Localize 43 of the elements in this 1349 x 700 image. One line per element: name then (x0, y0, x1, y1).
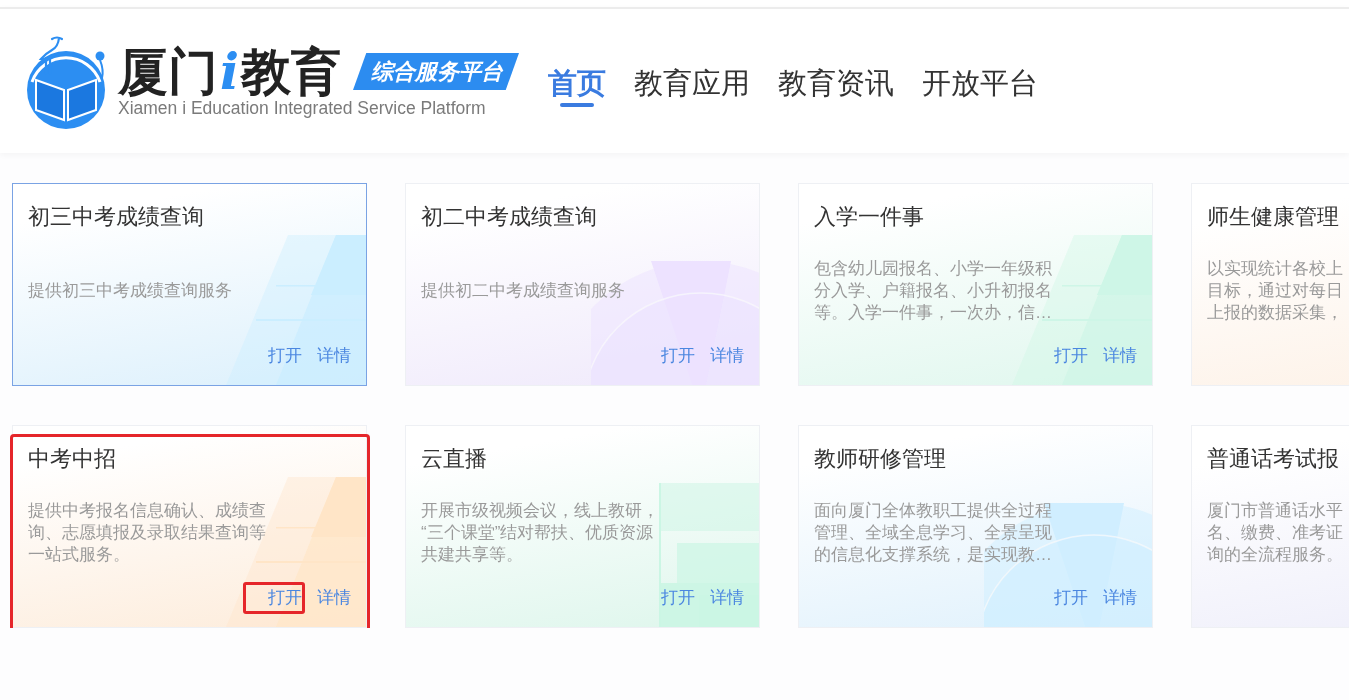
card-description: 开展市级视频会议，线上教研， “三个课堂”结对帮扶、优质资源 共建共享等。 (421, 500, 659, 566)
card-title: 初二中考成绩查询 (421, 204, 597, 229)
card-description: 厦门市普通话水平 名、缴费、准考证 询的全流程服务。 (1207, 500, 1343, 566)
app-card[interactable]: 初二中考成绩查询 提供初二中考成绩查询服务 打开 详情 (405, 183, 760, 386)
app-card[interactable]: 师生健康管理 以实现统计各校上 目标，通过对每日 上报的数据采集， (1191, 183, 1349, 386)
open-link[interactable]: 打开 (268, 587, 302, 609)
open-link[interactable]: 打开 (661, 587, 695, 609)
app-card[interactable]: 教师研修管理 面向厦门全体教职工提供全过程 管理、全域全息学习、全景呈现 的信息化支撑系统，是实现教… 打开 详情 (798, 425, 1153, 628)
brand-name: 厦门i教育 (118, 46, 341, 97)
app-card[interactable]: 初三中考成绩查询 提供初三中考成绩查询服务 打开 详情 (12, 183, 367, 386)
card-title: 师生健康管理 (1207, 204, 1339, 229)
card-description: 提供初三中考成绩查询服务 (28, 280, 232, 302)
card-description: 提供中考报名信息确认、成绩查 询、志愿填报及录取结果查询等 一站式服务。 (28, 500, 266, 566)
card-description: 面向厦门全体教职工提供全过程 管理、全域全息学习、全景呈现 的信息化支撑系统，是实现教… (814, 500, 1052, 566)
details-link[interactable]: 详情 (317, 587, 351, 609)
app-card[interactable]: 云直播 开展市级视频会议，线上教研， “三个课堂”结对帮扶、优质资源 共建共享等。 打开 详情 (405, 425, 760, 628)
card-title: 云直播 (421, 446, 487, 471)
brand-tag: 综合服务平台 (353, 53, 519, 90)
nav-tab[interactable]: 开放平台 (922, 65, 1038, 101)
card-description: 提供初二中考成绩查询服务 (421, 280, 625, 302)
app-card[interactable]: 中考中招 提供中考报名信息确认、成绩查 询、志愿填报及录取结果查询等 一站式服务。 打开 详情 (12, 425, 367, 628)
details-link[interactable]: 详情 (317, 345, 351, 367)
app-card[interactable]: 入学一件事 包含幼儿园报名、小学一年级积 分入学、户籍报名、小升初报名 等。入学一件事，一次办，信… 打开 详情 (798, 183, 1153, 386)
card-title: 入学一件事 (814, 204, 924, 229)
open-link[interactable]: 打开 (661, 345, 695, 367)
details-link[interactable]: 详情 (710, 345, 744, 367)
card-title: 教师研修管理 (814, 446, 946, 471)
card-title: 初三中考成绩查询 (28, 204, 204, 229)
open-link[interactable]: 打开 (268, 345, 302, 367)
card-title: 普通话考试报 (1207, 446, 1339, 471)
open-link[interactable]: 打开 (1054, 345, 1088, 367)
nav-tab[interactable]: 教育资讯 (778, 65, 894, 101)
open-link[interactable]: 打开 (1054, 587, 1088, 609)
details-link[interactable]: 详情 (710, 587, 744, 609)
card-title: 中考中招 (28, 446, 116, 471)
brand-subtitle: Xiamen i Education Integrated Service Platform (118, 97, 487, 118)
app-card[interactable]: 普通话考试报 厦门市普通话水平 名、缴费、准考证 询的全流程服务。 (1191, 425, 1349, 628)
card-description: 以实现统计各校上 目标，通过对每日 上报的数据采集， (1207, 258, 1343, 324)
details-link[interactable]: 详情 (1103, 587, 1137, 609)
nav-tab[interactable]: 首页 (548, 65, 606, 101)
card-description: 包含幼儿园报名、小学一年级积 分入学、户籍报名、小升初报名 等。入学一件事，一次办，信… (814, 258, 1052, 324)
nav-tab[interactable]: 教育应用 (634, 65, 750, 101)
details-link[interactable]: 详情 (1103, 345, 1137, 367)
